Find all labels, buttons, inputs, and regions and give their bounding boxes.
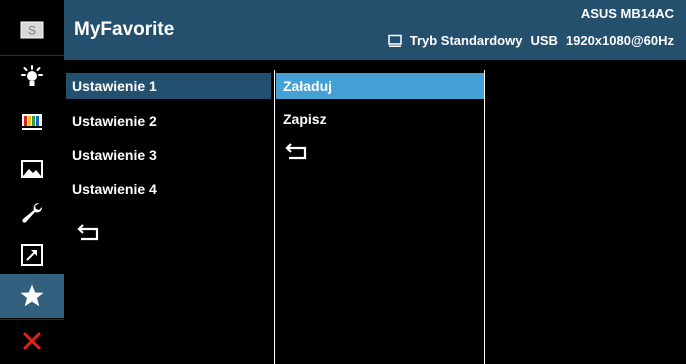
shortcut-icon (21, 244, 43, 266)
menu-item-setting-3[interactable]: Ustawienie 3 (66, 142, 271, 168)
page-title: MyFavorite (74, 19, 175, 40)
osd-menu: S MyFavorite ASUS MB14AC Tryb Standardow… (0, 0, 686, 364)
color-icon (22, 114, 42, 130)
sidebar-item-exit[interactable] (0, 321, 64, 361)
image-icon (21, 160, 43, 178)
resolution-label: 1920x1080@60Hz (565, 33, 674, 48)
back-icon[interactable] (77, 222, 103, 242)
splendid-icon: S (20, 21, 44, 39)
sidebar-item-splendid[interactable]: S (0, 11, 64, 49)
star-icon (20, 284, 44, 307)
header-bar: MyFavorite ASUS MB14AC Tryb Standardowy … (64, 0, 686, 60)
system-setup-icon (22, 202, 43, 223)
back-icon[interactable] (285, 141, 311, 161)
blue-light-filter-icon (21, 65, 43, 86)
sidebar-item-system-setup[interactable] (0, 193, 64, 231)
svg-text:S: S (28, 24, 36, 38)
submenu-item-load[interactable]: Załaduj (276, 73, 484, 99)
input-source-label: USB (530, 33, 558, 48)
sidebar-item-blue-light[interactable] (0, 58, 64, 96)
column-divider (484, 70, 485, 364)
monitor-model: ASUS MB14AC (580, 6, 674, 21)
menu-item-setting-1[interactable]: Ustawienie 1 (66, 73, 271, 99)
menu-item-setting-2[interactable]: Ustawienie 2 (66, 108, 271, 134)
sidebar-item-image[interactable] (0, 150, 64, 188)
monitor-icon (387, 34, 402, 47)
sidebar: S (0, 0, 64, 364)
color-mode-label: Tryb Standardowy (409, 33, 523, 48)
status-line: Tryb Standardowy USB 1920x1080@60Hz (387, 33, 674, 48)
sidebar-item-color[interactable] (0, 103, 64, 141)
column-divider (274, 70, 275, 364)
menu-item-setting-4[interactable]: Ustawienie 4 (66, 176, 271, 202)
sidebar-item-shortcut[interactable] (0, 236, 64, 274)
sidebar-item-myfavorite[interactable] (0, 274, 64, 318)
close-icon (22, 331, 42, 351)
submenu-item-save[interactable]: Zapisz (276, 106, 484, 132)
